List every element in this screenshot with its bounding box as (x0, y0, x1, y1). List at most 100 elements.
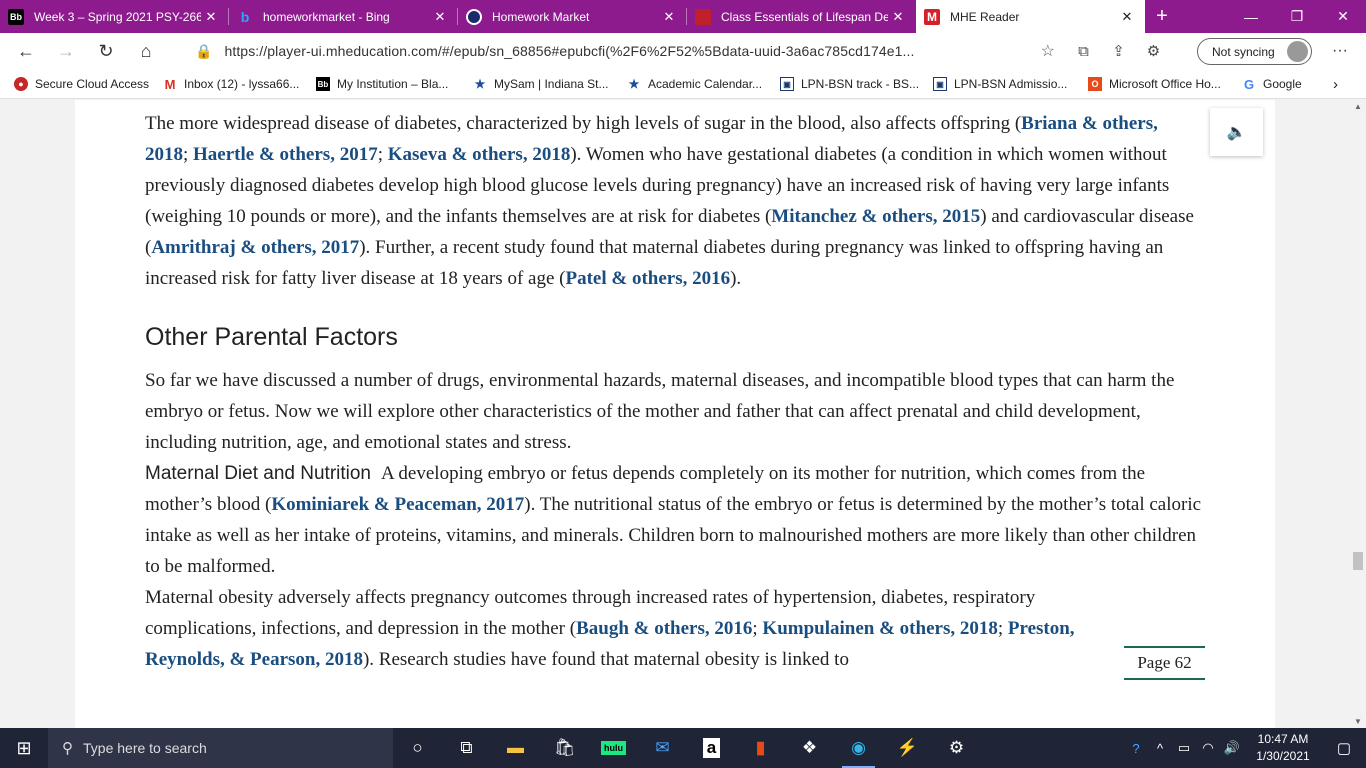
text: ; (997, 618, 1008, 639)
citation-link[interactable]: Baugh & others, 2016 (576, 618, 752, 639)
scrollbar[interactable]: ▲ ▼ (1350, 100, 1366, 728)
close-window-icon[interactable]: ✕ (1320, 0, 1366, 33)
tab-title: Homework Market (492, 9, 590, 24)
text: The more widespread disease of diabetes,… (145, 113, 1022, 134)
refresh-icon[interactable]: ↻ (86, 33, 126, 69)
app-icon[interactable]: ⚡ (883, 728, 932, 768)
star-icon: ★ (474, 77, 486, 91)
page-number-marker: Page 62 (1124, 646, 1205, 680)
speaker-icon: 🔈 (1226, 124, 1247, 141)
taskbar-search[interactable]: ⚲ Type here to search (48, 728, 393, 768)
text: ). Research studies have found that mate… (362, 649, 849, 670)
scroll-up-icon[interactable]: ▲ (1354, 102, 1362, 111)
citation-link[interactable]: Kominiarek & Peaceman, 2017 (271, 494, 524, 515)
favorite-google[interactable]: G Google (1242, 69, 1302, 99)
reader-text: The more widespread disease of diabetes,… (145, 108, 1205, 675)
clock-time: 10:47 AM (1257, 732, 1309, 746)
search-icon: ⚲ (62, 740, 73, 757)
scrollbar-thumb[interactable] (1353, 552, 1363, 570)
star-icon: ★ (628, 77, 640, 91)
minimize-icon[interactable]: — (1228, 0, 1274, 33)
volume-icon[interactable]: 🔊 (1220, 740, 1244, 756)
favorite-lpn-bsn-admission[interactable]: ▣ LPN-BSN Admissio... (933, 69, 1067, 99)
notifications-icon[interactable]: ▢ (1322, 739, 1366, 757)
citation-link[interactable]: Mitanchez & others, 2015 (771, 206, 980, 227)
settings-icon[interactable]: ⚙ (932, 728, 981, 768)
favorite-my-institution[interactable]: Bb My Institution – Bla... (316, 69, 448, 99)
close-tab-icon[interactable]: ✕ (1117, 9, 1137, 25)
tab-homework-market[interactable]: Homework Market ✕ (458, 0, 687, 33)
task-view-icon[interactable]: ⧉ (442, 728, 491, 768)
gmail-icon: M (164, 76, 176, 92)
add-favorite-icon[interactable]: ☆ (1041, 41, 1055, 61)
search-placeholder: Type here to search (83, 740, 207, 756)
mail-icon[interactable]: ✉ (638, 728, 687, 768)
forward-icon[interactable]: → (46, 33, 86, 69)
file-explorer-icon[interactable]: ▬ (491, 728, 540, 768)
wifi-icon[interactable]: ◠ (1196, 740, 1220, 756)
close-tab-icon[interactable]: ✕ (888, 9, 908, 25)
clock[interactable]: 10:47 AM 1/30/2021 (1244, 731, 1322, 765)
help-icon[interactable]: ? (1124, 741, 1148, 756)
close-tab-icon[interactable]: ✕ (659, 9, 679, 25)
favorite-label: Microsoft Office Ho... (1109, 77, 1221, 91)
battery-icon[interactable]: ▭ (1172, 740, 1196, 756)
citation-link[interactable]: Kumpulainen & others, 2018 (762, 618, 997, 639)
favorite-secure-cloud[interactable]: ● Secure Cloud Access (14, 69, 149, 99)
favorites-overflow-icon[interactable]: › (1333, 69, 1338, 99)
favorite-academic-calendar[interactable]: ★ Academic Calendar... (627, 69, 762, 99)
favorite-label: LPN-BSN track - BS... (801, 77, 920, 91)
citation-link[interactable]: Haertle & others, 2017 (193, 144, 378, 165)
citation-link[interactable]: Kaseva & others, 2018 (388, 144, 571, 165)
extensions-icon[interactable]: ⚙ (1136, 42, 1171, 60)
reader-page: The more widespread disease of diabetes,… (75, 100, 1275, 728)
window-controls: — ❐ ✕ (1228, 0, 1366, 33)
favorite-mysam[interactable]: ★ MySam | Indiana St... (473, 69, 609, 99)
profile-sync-button[interactable]: Not syncing (1197, 38, 1312, 65)
paragraph-diabetes: The more widespread disease of diabetes,… (145, 108, 1205, 294)
text: ; (377, 144, 388, 165)
close-tab-icon[interactable]: ✕ (201, 9, 221, 25)
audio-playback-button[interactable]: 🔈 (1210, 108, 1263, 156)
run-in-heading: Maternal Diet and Nutrition (145, 463, 371, 484)
share-icon[interactable]: ⇪ (1101, 42, 1136, 60)
cortana-icon[interactable]: ○ (393, 728, 442, 768)
favorite-inbox[interactable]: M Inbox (12) - lyssa66... (163, 69, 300, 99)
collections-icon[interactable]: ⧉ (1066, 43, 1101, 60)
homework-market-icon (466, 8, 482, 25)
paragraph-maternal-obesity: Maternal obesity adversely affects pregn… (145, 582, 1105, 675)
favorite-label: Secure Cloud Access (35, 77, 150, 91)
maximize-icon[interactable]: ❐ (1274, 0, 1320, 33)
tab-title: MHE Reader (950, 9, 1020, 24)
bing-icon: b (240, 8, 250, 25)
edge-icon[interactable]: ◉ (834, 728, 883, 768)
tab-bing[interactable]: b homeworkmarket - Bing ✕ (229, 0, 458, 33)
dropbox-icon[interactable]: ❖ (785, 728, 834, 768)
taskbar: ⊞ ⚲ Type here to search ○ ⧉ ▬ 🛍 hulu ✉ a… (0, 728, 1366, 768)
windows-start-icon[interactable]: ⊞ (0, 728, 48, 768)
book-icon (695, 8, 711, 25)
tab-blackboard[interactable]: Bb Week 3 – Spring 2021 PSY-266 ✕ (0, 0, 229, 33)
scroll-down-icon[interactable]: ▼ (1354, 717, 1362, 726)
blackboard-icon: Bb (316, 77, 330, 91)
close-tab-icon[interactable]: ✕ (430, 9, 450, 25)
store-icon[interactable]: 🛍 (540, 728, 589, 768)
hulu-icon[interactable]: hulu (589, 728, 638, 768)
home-icon[interactable]: ⌂ (126, 33, 166, 69)
favorite-microsoft-office[interactable]: O Microsoft Office Ho... (1088, 69, 1221, 99)
citation-link[interactable]: Patel & others, 2016 (565, 268, 730, 289)
favorite-lpn-bsn-track[interactable]: ▣ LPN-BSN track - BS... (780, 69, 919, 99)
office-icon[interactable]: ▮ (736, 728, 785, 768)
section-heading: Other Parental Factors (145, 323, 398, 351)
tab-mhe-reader[interactable]: M MHE Reader ✕ (916, 0, 1145, 33)
text: ). (730, 268, 742, 289)
citation-link[interactable]: Amrithraj & others, 2017 (151, 237, 359, 258)
chevron-up-icon[interactable]: ^ (1148, 741, 1172, 756)
new-tab-button[interactable]: + (1145, 0, 1179, 33)
amazon-icon[interactable]: a (687, 728, 736, 768)
back-icon[interactable]: ← (6, 33, 46, 69)
more-icon[interactable]: ··· (1325, 33, 1355, 69)
url-field[interactable]: 🔒 https://player-ui.mheducation.com/#/ep… (195, 33, 1055, 69)
lock-icon[interactable]: 🔒 (195, 43, 212, 60)
tab-class-essentials[interactable]: Class Essentials of Lifespan De ✕ (687, 0, 916, 33)
